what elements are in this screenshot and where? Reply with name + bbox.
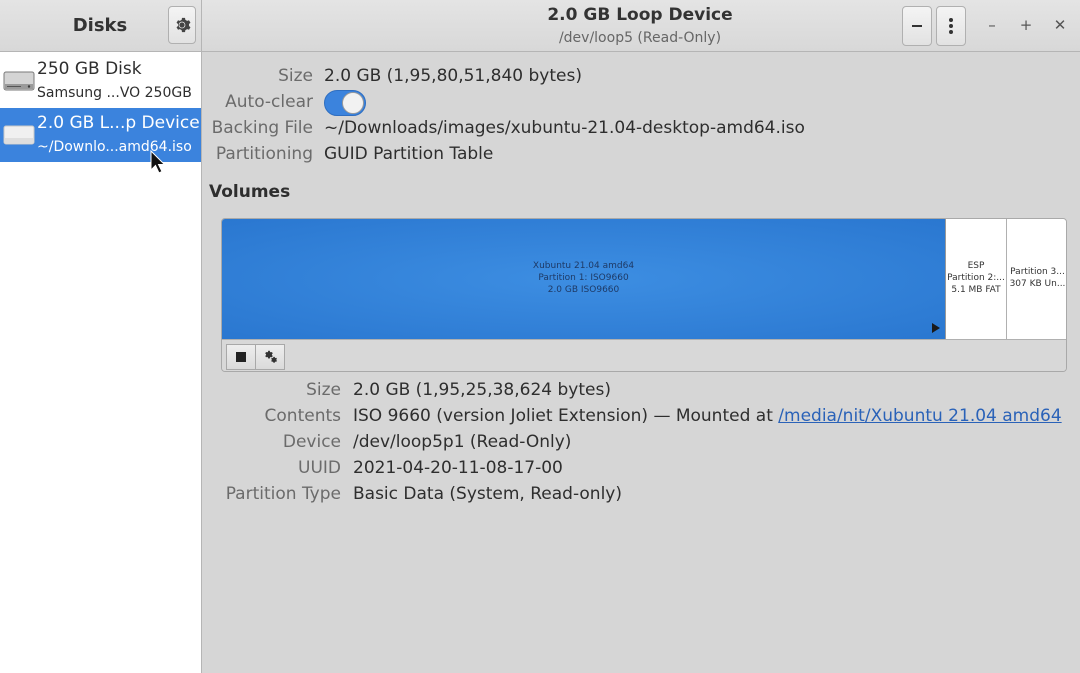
contents-label: Contents	[264, 406, 341, 426]
mouse-cursor-icon	[150, 150, 166, 174]
partition-number: Partition 1: ISO9660	[538, 273, 629, 283]
play-icon	[932, 323, 940, 333]
autoclear-label: Auto-clear	[225, 92, 313, 112]
disk-name: 250 GB Disk	[37, 59, 142, 79]
minimize-button[interactable]: –	[981, 14, 1003, 36]
uuid-label: UUID	[298, 458, 341, 478]
hard-disk-icon	[3, 71, 35, 91]
disk-list: 250 GB Disk Samsung ...VO 250GB 2.0 GB L…	[0, 52, 202, 673]
maximize-icon: +	[1019, 16, 1033, 34]
drive-icon	[3, 125, 35, 145]
device-value: /dev/loop5p1 (Read-Only)	[353, 432, 572, 452]
backing-file-label: Backing File	[211, 118, 313, 138]
volumes-heading: Volumes	[209, 182, 291, 202]
disk-backing-file: ~/Downlo...amd64.iso	[37, 139, 192, 155]
partition-type-value: Basic Data (System, Read-only)	[353, 484, 622, 504]
gear-icon	[176, 17, 191, 33]
app-menu-button[interactable]	[168, 6, 196, 44]
disk-list-item[interactable]: 250 GB Disk Samsung ...VO 250GB	[0, 54, 201, 108]
mount-point-link[interactable]: /media/nit/Xubuntu 21.04 amd64	[778, 406, 1061, 426]
minimize-icon: –	[988, 16, 996, 34]
disk-model: Samsung ...VO 250GB	[37, 85, 192, 101]
partition-label: ESP	[967, 261, 985, 271]
uuid-value: 2021-04-20-11-08-17-00	[353, 458, 563, 478]
partitioning-value: GUID Partition Table	[324, 144, 494, 164]
partition-2[interactable]: ESP Partition 2:... 5.1 MB FAT	[946, 219, 1007, 339]
partition-3[interactable]: Partition 3... 307 KB Un...	[1007, 219, 1066, 339]
partitioning-label: Partitioning	[215, 144, 313, 164]
unmount-button[interactable]	[226, 344, 256, 370]
volumes-map: Xubuntu 21.04 amd64 Partition 1: ISO9660…	[221, 218, 1067, 372]
partition-label: Xubuntu 21.04 amd64	[532, 261, 635, 271]
size-label: Size	[278, 66, 313, 86]
partition-size: 307 KB Un...	[1009, 279, 1066, 289]
partition-size-label: Size	[306, 380, 341, 400]
more-vertical-icon	[949, 18, 953, 34]
contents-text: ISO 9660 (version Joliet Extension) — Mo…	[353, 406, 773, 426]
sidebar-header: Disks	[0, 0, 202, 52]
partition-size-value: 2.0 GB (1,95,25,38,624 bytes)	[353, 380, 611, 400]
autoclear-switch[interactable]	[324, 90, 366, 116]
contents-value: ISO 9660 (version Joliet Extension) — Mo…	[353, 406, 1062, 426]
volume-toolbar	[222, 339, 1066, 371]
gears-icon	[265, 350, 277, 363]
size-value: 2.0 GB (1,95,80,51,840 bytes)	[324, 66, 582, 86]
partition-number: Partition 2:...	[947, 273, 1005, 283]
minus-icon	[912, 25, 922, 27]
partition-size: 5.1 MB FAT	[951, 285, 1001, 295]
close-icon: ✕	[1053, 16, 1067, 34]
switch-knob	[342, 92, 364, 114]
partition-1[interactable]: Xubuntu 21.04 amd64 Partition 1: ISO9660…	[222, 219, 946, 339]
power-off-button[interactable]	[902, 6, 932, 46]
drive-menu-button[interactable]	[936, 6, 966, 46]
disk-name: 2.0 GB L...p Device	[37, 113, 200, 133]
disk-list-item-selected[interactable]: 2.0 GB L...p Device ~/Downlo...amd64.iso	[0, 108, 201, 162]
partition-type-label: Partition Type	[225, 484, 341, 504]
backing-file-value: ~/Downloads/images/xubuntu-21.04-desktop…	[324, 118, 805, 138]
header-bar: 2.0 GB Loop Device /dev/loop5 (Read-Only…	[202, 0, 1080, 52]
close-button[interactable]: ✕	[1049, 14, 1071, 36]
partition-settings-button[interactable]	[255, 344, 285, 370]
stop-icon	[236, 352, 246, 362]
maximize-button[interactable]: +	[1015, 14, 1037, 36]
device-label: Device	[282, 432, 341, 452]
partition-size: 2.0 GB ISO9660	[547, 285, 620, 295]
partition-number: Partition 3...	[1010, 267, 1065, 277]
